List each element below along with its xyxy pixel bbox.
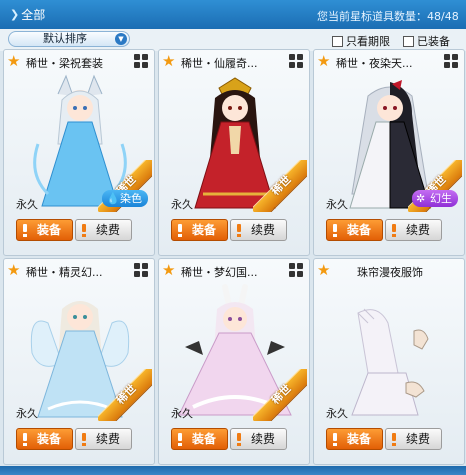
renew-button-label: 续费 bbox=[96, 223, 121, 237]
filter-bar: 默认排序 ▼ 只看期限 已装备 bbox=[0, 29, 466, 51]
star-icon[interactable]: ★ bbox=[162, 262, 175, 278]
item-card[interactable]: ★ 稀世・梦幻国... 稀世 永久 装备 续费 bbox=[158, 258, 310, 465]
equip-button[interactable]: 装备 bbox=[326, 428, 383, 450]
star-icon[interactable]: ★ bbox=[317, 53, 330, 69]
renew-button[interactable]: 续费 bbox=[230, 219, 287, 241]
equipped-checkbox[interactable]: 已装备 bbox=[403, 33, 450, 49]
header-bar: ❯ 全部 您当前星标道具数量：48/48 bbox=[0, 0, 466, 29]
fantasy-badge-label: 幻生 bbox=[430, 192, 452, 205]
star-icon[interactable]: ★ bbox=[162, 53, 175, 69]
item-name: 稀世・梦幻国... bbox=[181, 266, 258, 279]
equip-button-label: 装备 bbox=[192, 223, 217, 237]
equip-button[interactable]: 装备 bbox=[16, 428, 73, 450]
bottom-strip bbox=[0, 466, 466, 475]
item-duration: 永久 bbox=[171, 407, 193, 420]
exclamation-icon bbox=[392, 433, 396, 446]
expiring-only-label: 只看期限 bbox=[346, 35, 390, 48]
equip-button-label: 装备 bbox=[37, 432, 62, 446]
exclamation-icon bbox=[82, 224, 86, 237]
outfit-image bbox=[351, 308, 429, 416]
item-card[interactable]: ★ 稀世・夜染天... 稀世 永久 ✲ 幻生 装备 续费 bbox=[313, 49, 465, 256]
fantasy-badge[interactable]: ✲ 幻生 bbox=[412, 190, 458, 207]
tab-all-label: 全部 bbox=[21, 8, 46, 22]
item-name: 稀世・夜染天... bbox=[336, 57, 413, 70]
equip-button-label: 装备 bbox=[192, 432, 217, 446]
dye-badge-label: 染色 bbox=[120, 192, 142, 205]
item-name: 稀世・仙履奇... bbox=[181, 57, 258, 70]
checkbox-box[interactable] bbox=[332, 35, 343, 47]
equip-button-label: 装备 bbox=[347, 223, 372, 237]
equip-button[interactable]: 装备 bbox=[16, 219, 73, 241]
exclamation-icon bbox=[23, 433, 27, 446]
item-duration: 永久 bbox=[16, 198, 38, 211]
equip-button[interactable]: 装备 bbox=[326, 219, 383, 241]
item-duration: 永久 bbox=[326, 198, 348, 211]
item-card[interactable]: ★ 珠帘漫夜服饰 永久 装备 续费 bbox=[313, 258, 465, 465]
renew-button-label: 续费 bbox=[251, 432, 276, 446]
rarity-ribbon: 稀世 bbox=[98, 369, 152, 421]
equip-button-label: 装备 bbox=[347, 432, 372, 446]
item-card[interactable]: ★ 稀世・精灵幻... 稀世 永久 装备 续费 bbox=[3, 258, 155, 465]
grid-icon[interactable] bbox=[444, 54, 458, 68]
exclamation-icon bbox=[178, 433, 182, 446]
exclamation-icon bbox=[23, 224, 27, 237]
expiring-only-checkbox[interactable]: 只看期限 bbox=[332, 33, 390, 49]
exclamation-icon bbox=[333, 224, 337, 237]
equip-button[interactable]: 装备 bbox=[171, 219, 228, 241]
tab-all[interactable]: ❯ 全部 bbox=[0, 0, 45, 29]
renew-button[interactable]: 续费 bbox=[385, 428, 442, 450]
star-icon[interactable]: ★ bbox=[7, 53, 20, 69]
item-name: 珠帘漫夜服饰 bbox=[357, 266, 423, 279]
chevron-down-icon[interactable]: ▼ bbox=[115, 33, 127, 45]
item-duration: 永久 bbox=[326, 407, 348, 420]
renew-button[interactable]: 续费 bbox=[75, 219, 132, 241]
equipped-label: 已装备 bbox=[417, 35, 450, 48]
grid-icon[interactable] bbox=[134, 54, 148, 68]
exclamation-icon bbox=[178, 224, 182, 237]
renew-button[interactable]: 续费 bbox=[75, 428, 132, 450]
exclamation-icon bbox=[237, 224, 241, 237]
rarity-ribbon: 稀世 bbox=[253, 160, 307, 212]
renew-button-label: 续费 bbox=[96, 432, 121, 446]
checkbox-box[interactable] bbox=[403, 35, 414, 47]
rarity-ribbon: 稀世 bbox=[253, 369, 307, 421]
item-name: 稀世・梁祝套装 bbox=[26, 57, 103, 70]
sort-dropdown[interactable]: 默认排序 ▼ bbox=[8, 31, 130, 47]
water-drop-icon: 💧 bbox=[106, 192, 120, 205]
renew-button-label: 续费 bbox=[406, 223, 431, 237]
item-duration: 永久 bbox=[171, 198, 193, 211]
item-card[interactable]: ★ 稀世・仙履奇... 稀世 永久 装备 续费 bbox=[158, 49, 310, 256]
star-item-count: 您当前星标道具数量：48/48 bbox=[317, 10, 459, 23]
chevron-right-icon: ❯ bbox=[10, 8, 20, 21]
equip-button[interactable]: 装备 bbox=[171, 428, 228, 450]
grid-icon[interactable] bbox=[289, 263, 303, 277]
grid-icon[interactable] bbox=[134, 263, 148, 277]
renew-button-label: 续费 bbox=[251, 223, 276, 237]
exclamation-icon bbox=[237, 433, 241, 446]
exclamation-icon bbox=[392, 224, 396, 237]
sparkle-icon: ✲ bbox=[416, 192, 426, 205]
sort-dropdown-value: 默认排序 bbox=[43, 32, 87, 45]
item-card[interactable]: ★ 稀世・梁祝套装 稀世 永久 💧 染色 装备 续费 bbox=[3, 49, 155, 256]
renew-button[interactable]: 续费 bbox=[385, 219, 442, 241]
renew-button-label: 续费 bbox=[406, 432, 431, 446]
renew-button[interactable]: 续费 bbox=[230, 428, 287, 450]
item-duration: 永久 bbox=[16, 407, 38, 420]
exclamation-icon bbox=[82, 433, 86, 446]
exclamation-icon bbox=[333, 433, 337, 446]
star-icon[interactable]: ★ bbox=[7, 262, 20, 278]
grid-icon[interactable] bbox=[289, 54, 303, 68]
item-name: 稀世・精灵幻... bbox=[26, 266, 103, 279]
dye-badge[interactable]: 💧 染色 bbox=[102, 190, 148, 207]
equip-button-label: 装备 bbox=[37, 223, 62, 237]
